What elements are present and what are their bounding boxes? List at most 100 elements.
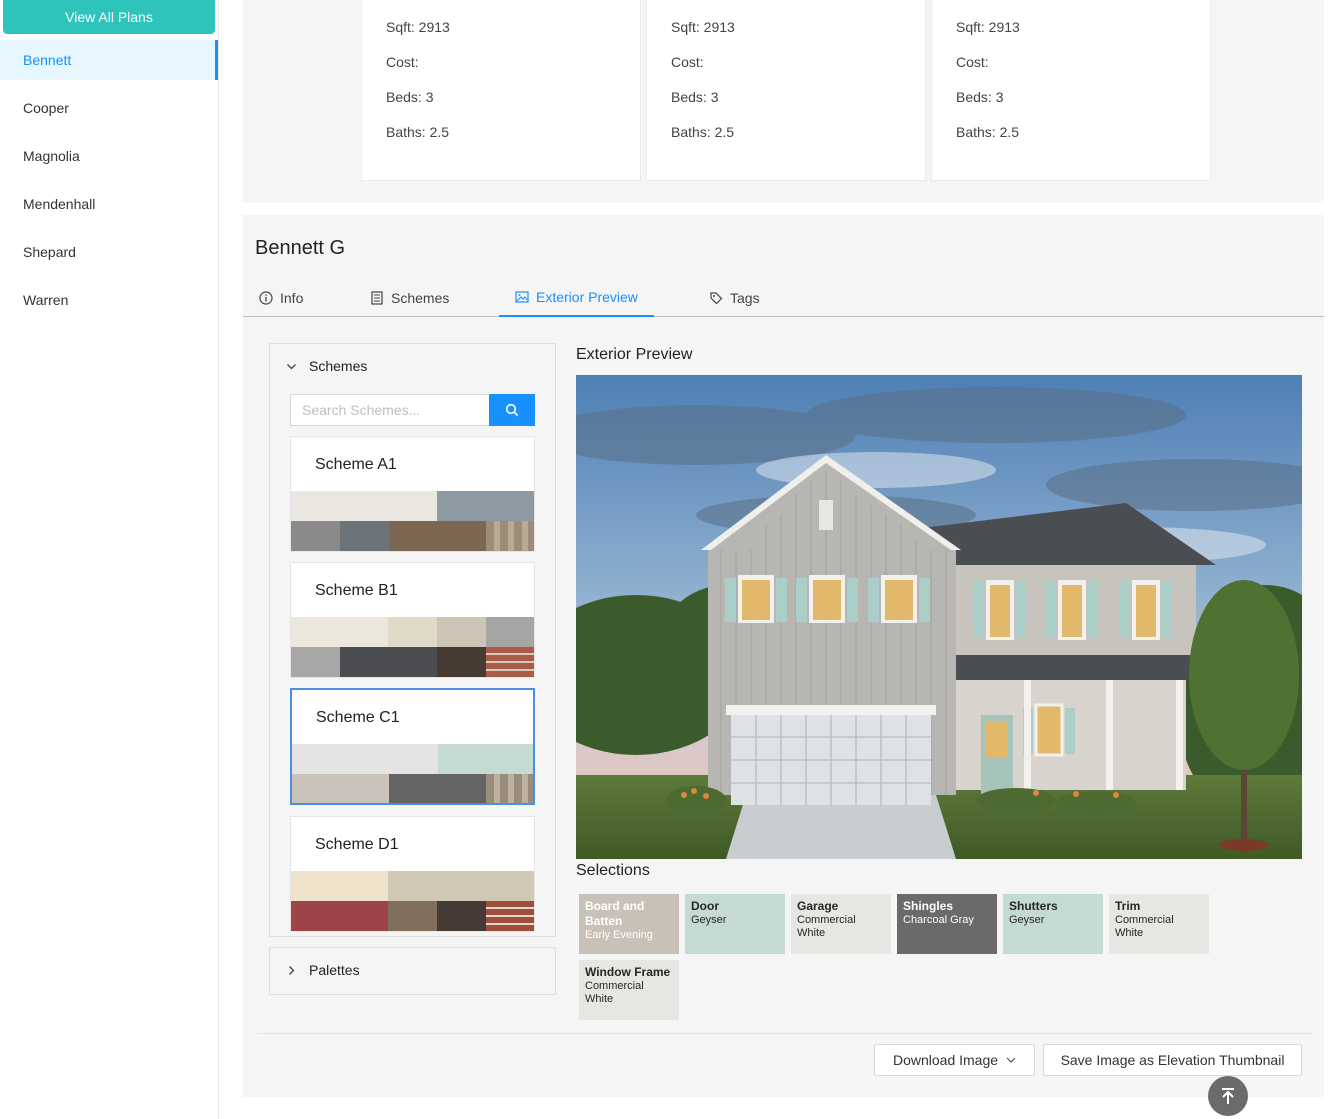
scheme-card-d1[interactable]: Scheme D1 bbox=[290, 816, 535, 932]
tab-tags[interactable]: Tags bbox=[693, 279, 776, 317]
sidebar-item-shepard[interactable]: Shepard bbox=[0, 232, 218, 272]
page-title: Bennett G bbox=[255, 237, 346, 259]
scheme-name: Scheme A1 bbox=[315, 456, 397, 473]
card-beds: Beds: 3 bbox=[386, 89, 434, 105]
selection-swatch-trim[interactable]: Trim Commercial White bbox=[1109, 894, 1209, 954]
scheme-search bbox=[290, 394, 536, 426]
sidebar-item-warren[interactable]: Warren bbox=[0, 280, 218, 320]
selection-swatch-board-and-batten[interactable]: Board and Batten Early Evening bbox=[579, 894, 679, 954]
card-beds: Beds: 3 bbox=[671, 89, 719, 105]
plans-sidebar: View All Plans Bennett Cooper Magnolia M… bbox=[0, 0, 219, 1119]
scheme-name: Scheme C1 bbox=[316, 709, 400, 726]
stone-texture-swatch bbox=[486, 774, 533, 803]
color-swatch bbox=[340, 647, 437, 677]
color-swatch bbox=[291, 871, 388, 901]
card-cost: Cost: bbox=[671, 54, 704, 70]
tab-label: Tags bbox=[730, 290, 760, 306]
selection-swatch-garage[interactable]: Garage Commercial White bbox=[791, 894, 891, 954]
color-swatch bbox=[437, 617, 486, 647]
info-icon bbox=[259, 291, 273, 305]
plan-detail: Bennett G Info Schemes Exterior Preview … bbox=[243, 215, 1324, 1097]
card-sqft: Sqft: 2913 bbox=[956, 19, 1020, 35]
selection-value: Commercial White bbox=[585, 980, 644, 1005]
color-swatch bbox=[291, 901, 388, 931]
color-swatch bbox=[486, 617, 534, 647]
card-cost: Cost: bbox=[386, 54, 419, 70]
selection-value: Commercial White bbox=[797, 914, 856, 939]
elevation-card[interactable]: Sqft: 2913 Cost: Beds: 3 Baths: 2.5 bbox=[361, 0, 641, 181]
selection-swatch-shingles[interactable]: Shingles Charcoal Gray bbox=[897, 894, 997, 954]
elevation-cards-area: Sqft: 2913 Cost: Beds: 3 Baths: 2.5 Sqft… bbox=[243, 0, 1324, 203]
sidebar-item-mendenhall[interactable]: Mendenhall bbox=[0, 184, 218, 224]
detail-tabs: Info Schemes Exterior Preview Tags bbox=[243, 279, 1324, 317]
color-swatch bbox=[340, 521, 389, 551]
color-swatch bbox=[291, 647, 340, 677]
download-image-button[interactable]: Download Image bbox=[874, 1044, 1035, 1076]
color-swatch bbox=[291, 617, 388, 647]
save-thumbnail-label: Save Image as Elevation Thumbnail bbox=[1060, 1052, 1285, 1068]
save-elevation-thumbnail-button[interactable]: Save Image as Elevation Thumbnail bbox=[1043, 1044, 1302, 1076]
sidebar-item-cooper[interactable]: Cooper bbox=[0, 88, 218, 128]
color-swatch bbox=[388, 901, 437, 931]
color-swatch bbox=[291, 491, 437, 521]
brick-texture-swatch bbox=[486, 647, 534, 677]
scheme-name: Scheme D1 bbox=[315, 836, 399, 853]
selection-swatch-door[interactable]: Door Geyser bbox=[685, 894, 785, 954]
selection-swatch-shutters[interactable]: Shutters Geyser bbox=[1003, 894, 1103, 954]
card-baths: Baths: 2.5 bbox=[671, 124, 735, 140]
palettes-panel[interactable]: Palettes bbox=[269, 947, 556, 995]
palettes-panel-title: Palettes bbox=[309, 962, 360, 978]
schemes-panel-header[interactable]: Schemes bbox=[286, 358, 367, 374]
color-swatch bbox=[291, 521, 340, 551]
selection-swatch-window-frame[interactable]: Window Frame Commercial White bbox=[579, 960, 679, 1020]
back-to-top-button[interactable] bbox=[1208, 1076, 1248, 1116]
scheme-card-c1[interactable]: Scheme C1 bbox=[290, 688, 535, 805]
tab-label: Info bbox=[280, 290, 304, 306]
selection-category: Shutters bbox=[1009, 899, 1058, 913]
search-icon bbox=[505, 403, 519, 417]
card-cost: Cost: bbox=[956, 54, 989, 70]
selection-value: Early Evening bbox=[585, 929, 653, 941]
tab-label: Schemes bbox=[391, 290, 450, 306]
tab-exterior-preview[interactable]: Exterior Preview bbox=[499, 279, 654, 317]
tab-schemes[interactable]: Schemes bbox=[354, 279, 465, 317]
selection-value: Geyser bbox=[691, 914, 727, 926]
card-sqft: Sqft: 2913 bbox=[386, 19, 450, 35]
color-swatch bbox=[437, 647, 486, 677]
color-swatch bbox=[437, 491, 534, 521]
elevation-card[interactable]: Sqft: 2913 Cost: Beds: 3 Baths: 2.5 bbox=[646, 0, 926, 181]
selection-category: Garage bbox=[797, 899, 839, 913]
card-baths: Baths: 2.5 bbox=[956, 124, 1020, 140]
search-input[interactable] bbox=[290, 394, 489, 426]
vertical-align-top-icon bbox=[1222, 1088, 1234, 1104]
scheme-card-a1[interactable]: Scheme A1 bbox=[290, 436, 535, 552]
schemes-icon bbox=[371, 291, 383, 305]
tag-icon bbox=[710, 292, 723, 305]
color-swatch bbox=[389, 774, 486, 803]
view-all-plans-button[interactable]: View All Plans bbox=[3, 0, 215, 34]
selection-value: Commercial White bbox=[1115, 914, 1174, 939]
card-beds: Beds: 3 bbox=[956, 89, 1004, 105]
card-sqft: Sqft: 2913 bbox=[671, 19, 735, 35]
color-swatch bbox=[292, 774, 389, 803]
color-swatch bbox=[389, 521, 486, 551]
tab-info[interactable]: Info bbox=[243, 279, 319, 317]
scheme-card-b1[interactable]: Scheme B1 bbox=[290, 562, 535, 678]
search-button[interactable] bbox=[489, 394, 535, 426]
tab-label: Exterior Preview bbox=[536, 289, 638, 305]
palettes-panel-header[interactable]: Palettes bbox=[286, 962, 360, 978]
elevation-card[interactable]: Sqft: 2913 Cost: Beds: 3 Baths: 2.5 bbox=[931, 0, 1211, 181]
color-swatch bbox=[437, 901, 486, 931]
color-swatch bbox=[388, 617, 437, 647]
chevron-down-icon bbox=[1006, 1057, 1016, 1063]
color-swatch bbox=[388, 871, 534, 901]
card-baths: Baths: 2.5 bbox=[386, 124, 450, 140]
divider bbox=[257, 1033, 1312, 1034]
selection-category: Shingles bbox=[903, 899, 954, 913]
exterior-preview-title: Exterior Preview bbox=[576, 346, 693, 363]
sidebar-item-bennett[interactable]: Bennett bbox=[0, 40, 218, 80]
selection-category: Board and Batten bbox=[585, 899, 645, 928]
selection-value: Charcoal Gray bbox=[903, 914, 974, 926]
color-swatch bbox=[292, 744, 438, 774]
sidebar-item-magnolia[interactable]: Magnolia bbox=[0, 136, 218, 176]
